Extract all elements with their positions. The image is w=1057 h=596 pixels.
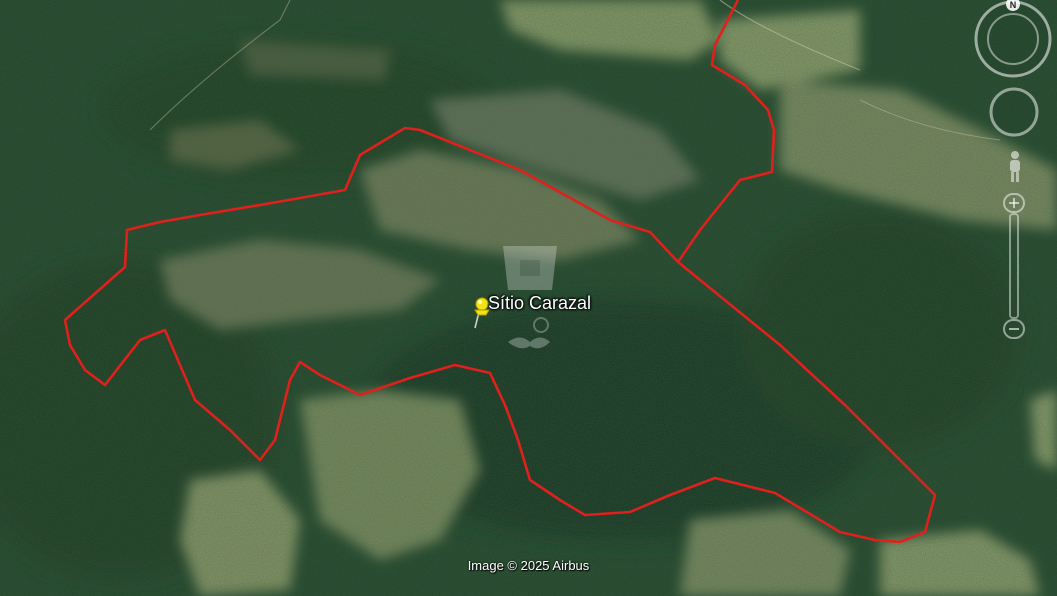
street-view-pegman-icon[interactable] [1005,150,1025,184]
imagery-attribution: Image © 2025 Airbus [467,558,590,573]
compass-icon[interactable]: N [974,0,1052,78]
north-label: N [1010,0,1017,10]
look-around-icon[interactable] [988,86,1040,138]
satellite-map-view[interactable]: Sítio Carazal Image © 2025 Airbus N [0,0,1057,596]
zoom-slider-icon[interactable] [1002,192,1026,340]
placemark-label[interactable]: Sítio Carazal [488,293,591,314]
